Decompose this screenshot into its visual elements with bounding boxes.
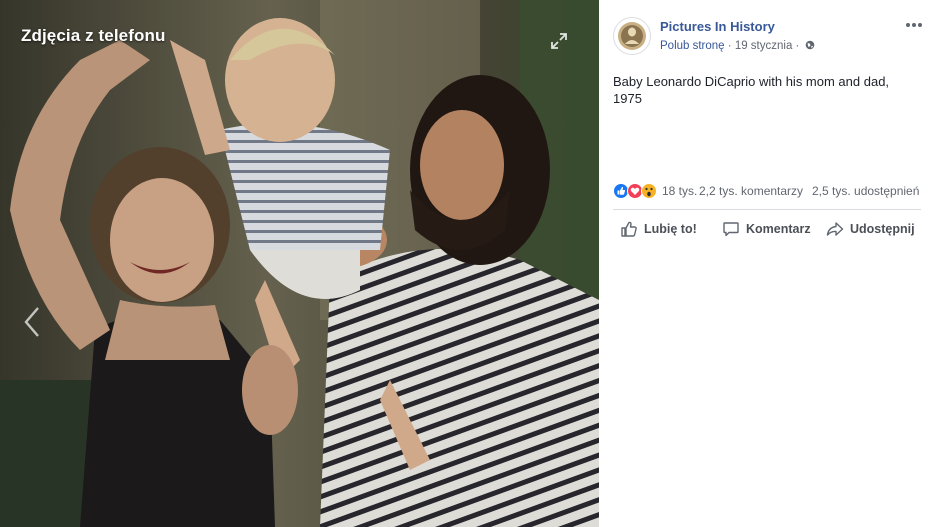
post-photo: [0, 0, 599, 527]
page-name-link[interactable]: Pictures In History: [660, 19, 775, 34]
comment-icon: [723, 222, 739, 237]
share-label: Udostępnij: [850, 222, 915, 236]
expand-icon[interactable]: [548, 30, 570, 52]
comment-button[interactable]: Komentarz: [722, 216, 811, 242]
post-stats: 18 tys. 2,2 tys. komentarzy 2,5 tys. udo…: [613, 182, 933, 200]
post-actions: Lubię to! Komentarz Udostępnij: [613, 216, 921, 242]
post-text: Baby Leonardo DiCaprio with his mom and …: [613, 74, 890, 106]
reactions-count[interactable]: 18 tys.: [662, 184, 697, 198]
comment-label: Komentarz: [746, 222, 811, 236]
album-title[interactable]: Zdjęcia z telefonu: [21, 26, 165, 46]
love-reaction-icon: [627, 183, 643, 199]
follow-page-link[interactable]: Polub stronę: [660, 40, 725, 52]
divider: [613, 209, 921, 210]
reactions-icons[interactable]: [613, 182, 661, 200]
share-icon: [826, 222, 844, 236]
meta-separator: ·: [792, 40, 803, 52]
page-avatar[interactable]: [613, 17, 651, 55]
thumbs-up-icon: [621, 221, 637, 237]
wow-reaction-icon: [641, 183, 657, 199]
like-button[interactable]: Lubię to!: [620, 216, 697, 242]
post-date[interactable]: 19 stycznia: [735, 40, 793, 52]
chevron-left-icon[interactable]: [20, 304, 44, 340]
shares-count[interactable]: 2,5 tys. udostępnień: [812, 184, 919, 198]
post-meta: Polub stronę · 19 stycznia ·: [660, 40, 815, 52]
like-reaction-icon: [613, 183, 629, 199]
globe-icon: [805, 40, 815, 50]
meta-separator: ·: [724, 40, 735, 52]
comments-count[interactable]: 2,2 tys. komentarzy: [699, 184, 803, 198]
more-icon[interactable]: [903, 18, 925, 32]
like-label: Lubię to!: [644, 222, 697, 236]
share-button[interactable]: Udostępnij: [826, 216, 915, 242]
post-panel: Pictures In History Polub stronę · 19 st…: [599, 0, 936, 527]
photo-viewer[interactable]: Zdjęcia z telefonu: [0, 0, 599, 527]
